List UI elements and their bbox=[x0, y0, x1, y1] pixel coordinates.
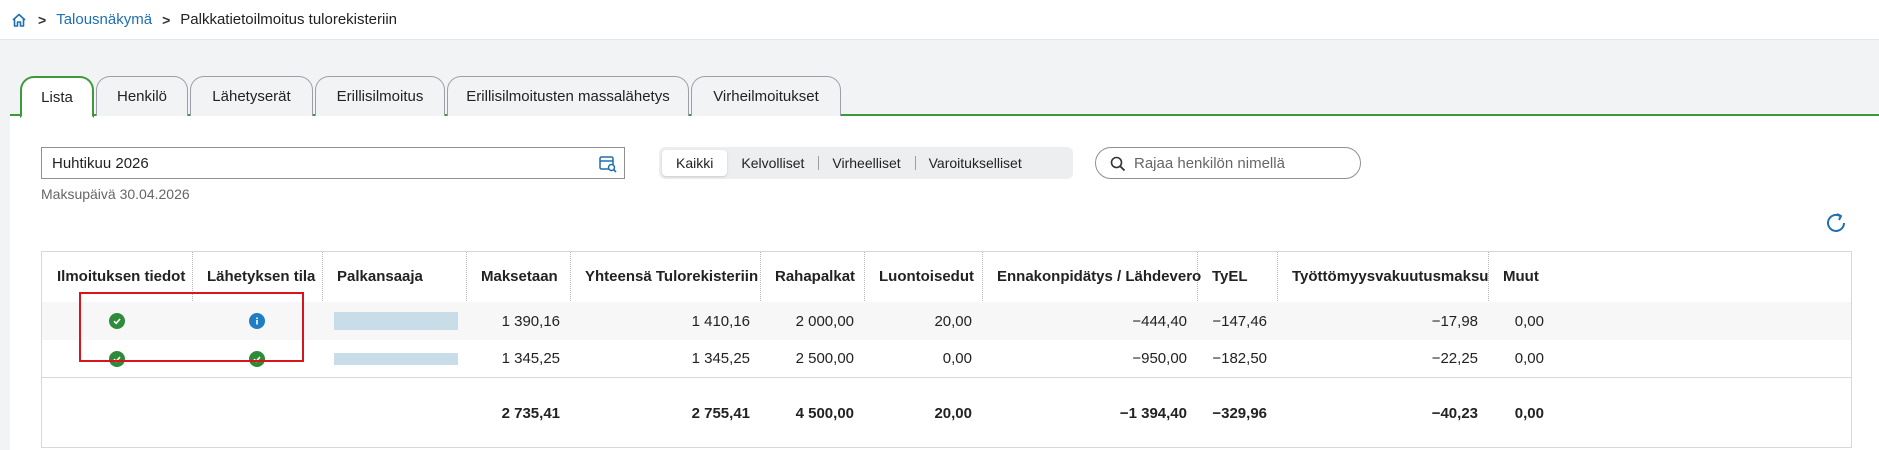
tab-bar: Lista Henkilö Lähetyserät Erillisilmoitu… bbox=[10, 76, 1879, 118]
total-rahapalkat: 4 500,00 bbox=[795, 404, 854, 422]
table-header-row: Ilmoituksen tiedot Lähetyksen tila Palka… bbox=[42, 252, 1851, 301]
table-row[interactable]: 1 390,16 1 410,16 2 000,00 20,00 −444,40… bbox=[42, 302, 1851, 340]
cell-tyel: −147,46 bbox=[1212, 312, 1267, 330]
payment-date: Maksupäivä 30.04.2026 bbox=[41, 186, 190, 202]
breadcrumb: > Talousnäkymä > Palkkatietoilmoitus tul… bbox=[0, 0, 1879, 40]
person-search bbox=[1095, 147, 1361, 179]
total-luontoisedut: 20,00 bbox=[934, 404, 972, 422]
cell-maksetaan: 1 390,16 bbox=[501, 312, 560, 330]
column-header[interactable]: Yhteensä Tulorekisteriin bbox=[585, 252, 758, 301]
home-icon[interactable] bbox=[10, 11, 28, 29]
column-header[interactable]: Rahapalkat bbox=[775, 252, 855, 301]
search-input[interactable] bbox=[1134, 154, 1344, 172]
table-row[interactable]: 1 345,25 1 345,25 2 500,00 0,00 −950,00 … bbox=[42, 340, 1851, 378]
tab-virheilmoitukset[interactable]: Virheilmoitukset bbox=[691, 76, 841, 116]
cell-rahapalkat: 2 500,00 bbox=[795, 350, 854, 367]
cell-maksetaan: 1 345,25 bbox=[501, 350, 560, 367]
tab-lista[interactable]: Lista bbox=[20, 76, 94, 118]
redacted-employee-name[interactable] bbox=[334, 312, 458, 330]
column-header[interactable]: TyEL bbox=[1212, 252, 1248, 301]
cell-tyottomyysvakuutusmaksu: −17,98 bbox=[1431, 312, 1478, 330]
cell-ennakonpidatys: −950,00 bbox=[1132, 350, 1187, 367]
cell-yhteensa: 1 345,25 bbox=[691, 350, 750, 367]
payroll-table: Ilmoituksen tiedot Lähetyksen tila Palka… bbox=[41, 251, 1852, 448]
breadcrumb-current: Palkkatietoilmoitus tulorekisteriin bbox=[180, 11, 398, 28]
total-yhteensa: 2 755,41 bbox=[691, 404, 750, 422]
column-header[interactable]: Maksetaan bbox=[481, 252, 558, 301]
cell-muut: 0,00 bbox=[1514, 350, 1544, 367]
filter-varoitukselliset[interactable]: Varoitukselliset bbox=[914, 150, 1036, 176]
breadcrumb-separator: > bbox=[162, 11, 171, 28]
column-header[interactable]: Muut bbox=[1503, 252, 1539, 301]
info-circle-icon[interactable] bbox=[249, 313, 265, 329]
redacted-employee-name[interactable] bbox=[334, 352, 458, 365]
period-selector[interactable]: Huhtikuu 2026 bbox=[41, 147, 625, 179]
calendar-search-icon[interactable] bbox=[598, 154, 618, 174]
search-icon bbox=[1110, 156, 1126, 172]
refresh-icon[interactable] bbox=[1823, 210, 1849, 236]
filter-virheelliset[interactable]: Virheelliset bbox=[818, 150, 914, 176]
check-circle-icon[interactable] bbox=[109, 350, 125, 367]
cell-tyel: −182,50 bbox=[1212, 350, 1267, 367]
tab-lahetyserat[interactable]: Lähetyserät bbox=[190, 76, 313, 116]
main-panel: Huhtikuu 2026 Maksupäivä 30.04.2026 Kaik… bbox=[10, 116, 1879, 450]
status-filter: Kaikki Kelvolliset Virheelliset Varoituk… bbox=[659, 147, 1073, 179]
column-header[interactable]: Lähetyksen tila bbox=[207, 252, 315, 301]
column-header[interactable]: Työttömyysvakuutusmaksu bbox=[1292, 252, 1488, 301]
cell-ennakonpidatys: −444,40 bbox=[1132, 312, 1187, 330]
totals-row: 2 735,41 2 755,41 4 500,00 20,00 −1 394,… bbox=[42, 379, 1851, 447]
column-header[interactable]: Ennakonpidätys / Lähdevero bbox=[997, 252, 1201, 301]
total-ennakonpidatys: −1 394,40 bbox=[1119, 404, 1187, 422]
tab-erillisilmoitusten-massalahetys[interactable]: Erillisilmoitusten massalähetys bbox=[447, 76, 689, 116]
total-maksetaan: 2 735,41 bbox=[501, 404, 560, 422]
cell-luontoisedut: 0,00 bbox=[942, 350, 972, 367]
filter-kaikki[interactable]: Kaikki bbox=[662, 150, 728, 176]
total-muut: 0,00 bbox=[1514, 404, 1544, 422]
column-header[interactable]: Ilmoituksen tiedot bbox=[57, 252, 185, 301]
total-tyel: −329,96 bbox=[1212, 404, 1267, 422]
filter-kelvolliset[interactable]: Kelvolliset bbox=[727, 150, 818, 176]
period-value: Huhtikuu 2026 bbox=[52, 154, 149, 172]
breadcrumb-link-talousnakyma[interactable]: Talousnäkymä bbox=[56, 11, 152, 28]
breadcrumb-separator: > bbox=[38, 11, 47, 28]
cell-muut: 0,00 bbox=[1514, 312, 1544, 330]
column-header[interactable]: Palkansaaja bbox=[337, 252, 423, 301]
tab-henkilo[interactable]: Henkilö bbox=[96, 76, 188, 116]
cell-rahapalkat: 2 000,00 bbox=[795, 312, 854, 330]
tab-erillisilmoitus[interactable]: Erillisilmoitus bbox=[315, 76, 445, 116]
cell-yhteensa: 1 410,16 bbox=[691, 312, 750, 330]
check-circle-icon[interactable] bbox=[249, 350, 265, 367]
check-circle-icon[interactable] bbox=[109, 313, 125, 329]
cell-luontoisedut: 20,00 bbox=[934, 312, 972, 330]
column-header[interactable]: Luontoisedut bbox=[879, 252, 974, 301]
cell-tyottomyysvakuutusmaksu: −22,25 bbox=[1431, 350, 1478, 367]
total-tyottomyysvakuutusmaksu: −40,23 bbox=[1431, 404, 1478, 422]
